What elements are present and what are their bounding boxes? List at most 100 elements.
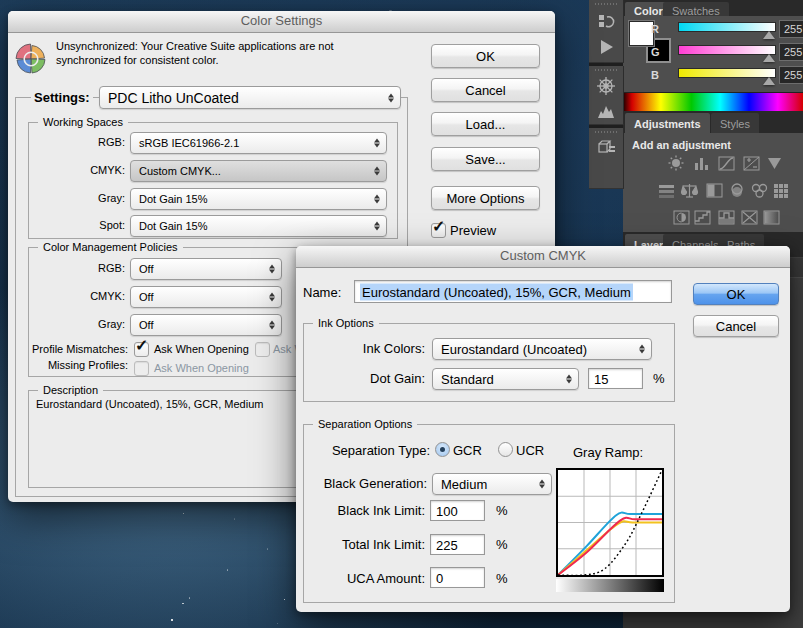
dock-group-2 [589,66,624,125]
ws-spot-label: Spot: [45,219,125,232]
color-settings-titlebar[interactable]: Color Settings [8,11,555,33]
ask-when-pasting-checkbox[interactable] [255,342,270,357]
threshold-icon[interactable] [717,209,736,226]
dot-gain-value-field[interactable]: 15 [588,368,643,389]
navigator-icon[interactable] [596,76,616,96]
cmp-cmyk-label: CMYK: [45,290,125,303]
ucr-radio[interactable] [498,442,513,457]
missing-profiles-label: Missing Profiles: [18,359,128,372]
cmp-gray-dropdown[interactable]: Off [130,314,282,336]
ink-colors-dropdown[interactable]: Eurostandard (Uncoated) [432,338,652,360]
ask-when-opening-label: Ask When Opening [154,343,249,356]
black-generation-label: Black Generation: [305,476,427,491]
gradient-map-icon[interactable] [740,209,759,226]
ws-cmyk-dropdown[interactable]: Custom CMYK... [130,160,387,182]
photo-filter-icon[interactable] [728,182,747,199]
ws-rgb-dropdown[interactable]: sRGB IEC61966-2.1 [130,132,387,154]
ask-when-opening-checkbox[interactable]: ✓ [134,342,149,357]
hue-saturation-icon[interactable] [657,182,676,199]
dock-group-1 [589,0,624,63]
ws-gray-label: Gray: [45,192,125,205]
cmp-gray-label: Gray: [45,318,125,331]
invert-icon[interactable] [672,209,691,226]
ws-cmyk-label: CMYK: [45,164,125,177]
total-ink-limit-field[interactable]: 225 [430,534,485,555]
panel-grip[interactable] [595,131,617,133]
preview-checkbox[interactable]: ✓ [431,223,446,238]
collapsed-panel-strip [589,0,623,188]
uca-amount-field[interactable]: 0 [430,567,485,588]
policies-legend: Color Management Policies [38,241,183,254]
cmyk-cancel-button[interactable]: Cancel [693,315,779,337]
exposure-icon[interactable] [742,155,761,172]
custom-cmyk-titlebar[interactable]: Custom CMYK [296,246,790,268]
gcr-radio[interactable] [435,442,450,457]
color-balance-icon[interactable] [680,182,699,199]
separation-type-label: Separation Type: [310,443,430,458]
name-label: Name: [303,285,341,300]
photoshop-color-settings-screen: { "color_settings": { "title": "Color Se… [0,0,803,628]
gcr-label: GCR [453,443,482,458]
ws-rgb-label: RGB: [45,136,125,149]
gray-ramp-chart [556,468,664,577]
cancel-button[interactable]: Cancel [431,78,540,102]
missing-ask-label: Ask When Opening [154,362,249,375]
settings-dropdown[interactable]: PDC Litho UnCoated [99,86,401,109]
description-legend: Description [38,384,103,397]
unsync-warning-line2: synchronized for consistent color. [56,54,219,67]
ucr-label: UCR [516,443,544,458]
black-ink-percent: % [496,503,508,518]
levels-icon[interactable] [692,155,711,172]
posterize-icon[interactable] [693,209,712,226]
custom-cmyk-dialog: Custom CMYK Name: Eurostandard (Uncoated… [296,246,790,612]
color-lookup-icon[interactable] [772,182,791,199]
panel-grip[interactable] [595,69,617,71]
dot-gain-label: Dot Gain: [305,371,425,386]
actions-icon[interactable] [596,37,616,57]
separation-options-legend: Separation Options [313,418,417,431]
total-ink-limit-label: Total Ink Limit: [305,537,425,552]
histogram-icon[interactable] [596,101,616,121]
load-button[interactable]: Load... [431,112,540,136]
brightness-contrast-icon[interactable] [667,155,686,172]
save-button[interactable]: Save... [431,147,540,171]
vibrance-icon[interactable] [765,155,784,172]
ok-button[interactable]: OK [431,44,540,68]
ink-colors-label: Ink Colors: [305,341,425,356]
cmp-rgb-label: RGB: [45,262,125,275]
creative-suite-color-icon [14,42,48,76]
black-ink-limit-field[interactable]: 100 [430,500,485,521]
ink-options-group: Ink Options [303,323,675,402]
gray-ramp-label: Gray Ramp: [573,445,643,460]
missing-ask-checkbox[interactable] [134,361,149,376]
dot-gain-dropdown[interactable]: Standard [432,368,579,390]
uca-percent: % [496,571,508,586]
more-options-button[interactable]: More Options [431,186,540,210]
black-white-icon[interactable] [705,182,724,199]
panel-grip[interactable] [595,3,617,5]
uca-amount-label: UCA Amount: [305,571,425,586]
selective-color-icon[interactable] [762,209,781,226]
gray-ramp-gradient-bar [556,579,664,592]
3d-icon[interactable] [596,138,616,158]
history-icon[interactable] [596,12,616,32]
dot-gain-percent: % [653,371,665,386]
ws-gray-dropdown[interactable]: Dot Gain 15% [130,188,387,210]
dock-group-3 [589,128,624,189]
black-generation-dropdown[interactable]: Medium [432,473,552,495]
settings-label: Settings: [31,90,93,105]
total-ink-percent: % [496,537,508,552]
black-ink-limit-label: Black Ink Limit: [305,503,425,518]
preview-label: Preview [450,223,496,238]
cmp-rgb-dropdown[interactable]: Off [130,258,282,280]
unsync-warning-line1: Unsynchronized: Your Creative Suite appl… [56,40,334,53]
profile-mismatches-label: Profile Mismatches: [18,343,128,356]
channel-mixer-icon[interactable] [750,182,769,199]
ink-options-legend: Ink Options [313,317,379,330]
ws-spot-dropdown[interactable]: Dot Gain 15% [130,215,387,237]
working-spaces-legend: Working Spaces [38,116,128,129]
cmyk-ok-button[interactable]: OK [693,283,779,305]
name-field[interactable]: Eurostandard (Uncoated), 15%, GCR, Mediu… [354,280,672,303]
curves-icon[interactable] [717,155,736,172]
cmp-cmyk-dropdown[interactable]: Off [130,286,282,308]
